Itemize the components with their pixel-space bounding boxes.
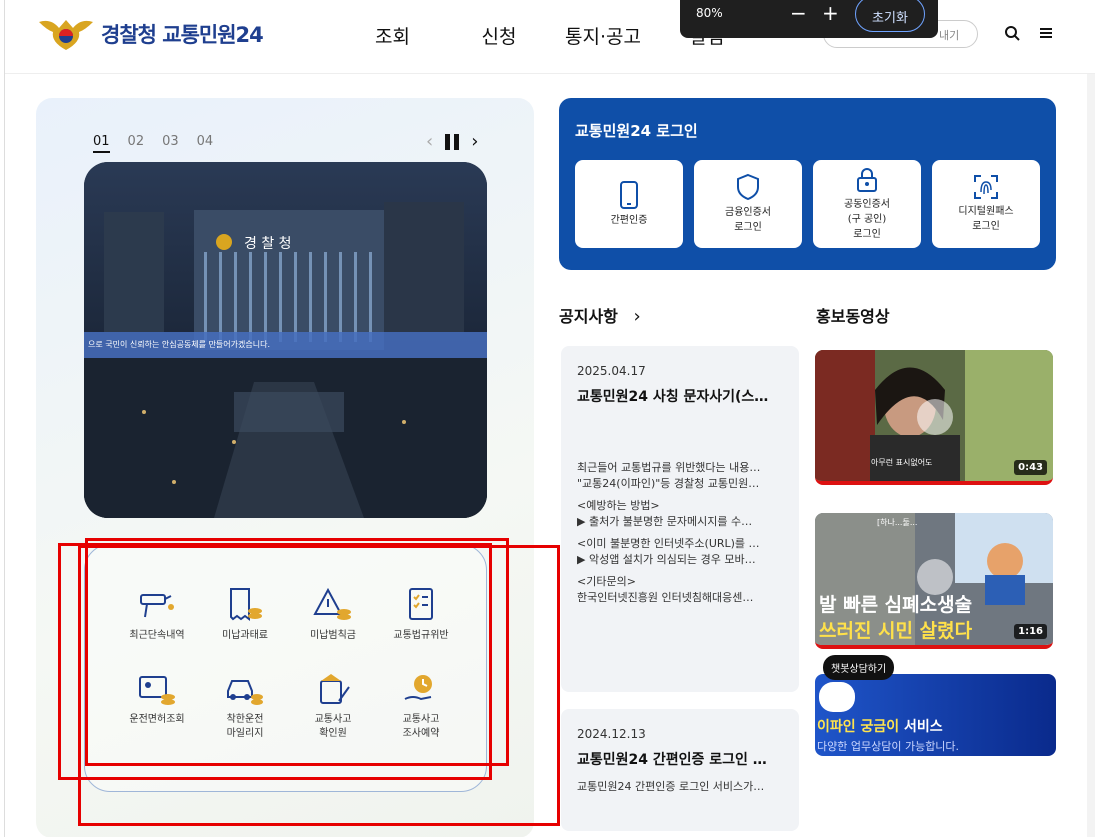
notice-body: 최근들어 교통법규를 위반했다는 내용… "교통24(이파인)"등 경찰청 교통…: [577, 460, 783, 606]
notice-line: 최근들어 교통법규를 위반했다는 내용…: [577, 461, 761, 474]
slide-banner-strip: 으로 국민이 신뢰하는 안심공동체를 만들어가겠습니다.: [84, 332, 487, 358]
zoom-reset-button[interactable]: 초기화: [855, 0, 925, 32]
notice-more-icon[interactable]: ›: [633, 306, 640, 327]
video-duration: 0:43: [1014, 460, 1047, 475]
notice-title-text: 공지사항: [559, 307, 618, 326]
background-window-edge: [0, 0, 5, 837]
login-digital-onepass-button[interactable]: 디지털원패스 로그인: [932, 160, 1040, 248]
logo-text: 경찰청 교통민원24: [101, 23, 264, 47]
browser-zoom-popup: 80% − + 초기화: [680, 0, 938, 38]
notice-date: 2025.04.17: [577, 364, 646, 378]
video-headline-bottom: 쓰러진 시민 살렸다: [819, 620, 973, 642]
play-icon[interactable]: [917, 559, 953, 595]
chatbot-title-rest: 서비스: [899, 719, 943, 735]
zoom-level: 80%: [696, 6, 723, 20]
notice-line: 한국인터넷진흥원 인터넷침해대응센…: [577, 591, 754, 604]
video-headline-top: 발 빠른 심폐소생술: [819, 594, 972, 616]
notice-card-2[interactable]: 2024.12.13 교통민원24 간편인증 로그인 … 교통민원24 간편인증…: [561, 709, 799, 831]
police-emblem-icon: [39, 20, 93, 50]
chatbot-banner[interactable]: 이파인 궁금이 서비스 다양한 업무상담이 가능합니다.: [815, 674, 1056, 756]
login-options: 간편인증 금융인증서 로그인 공동인증서 (구 공인) 로그인 디지털원패스 로…: [575, 160, 1040, 248]
notice-title: 교통민원24 간편인증 로그인 …: [577, 752, 767, 768]
chatbot-title: 이파인 궁금이 서비스: [817, 716, 943, 736]
chatbot-title-highlight: 이파인 궁금이: [817, 719, 900, 735]
notice-line: ▶ 출처가 불분명한 문자메시지를 수…: [577, 515, 753, 528]
login-financial-cert-button[interactable]: 금융인증서 로그인: [694, 160, 802, 248]
slide-page-3[interactable]: 03: [162, 134, 179, 153]
notice-line: ▶ 악성앱 설치가 의심되는 경우 모바…: [577, 553, 756, 566]
search-icon[interactable]: [1003, 24, 1023, 44]
login-option-label: 디지털원패스 로그인: [958, 206, 1014, 232]
login-option-label: 금융인증서 로그인: [725, 207, 771, 233]
login-title: 교통민원24 로그인: [575, 122, 698, 140]
login-option-label: 공동인증서 (구 공인) 로그인: [844, 198, 890, 240]
chatbot-bubble[interactable]: 챗봇상담하기: [823, 655, 895, 680]
robot-icon: [819, 682, 855, 712]
slide-page-1[interactable]: 01: [93, 134, 110, 153]
play-icon[interactable]: [917, 399, 953, 435]
notice-line: 교통민원24 간편인증 로그인 서비스가…: [577, 780, 765, 793]
video-caption: 아무런 표시없어도: [871, 457, 932, 467]
fingerprint-icon: [974, 175, 998, 199]
video-duration: 1:16: [1014, 624, 1047, 639]
login-simple-auth-button[interactable]: 간편인증: [575, 160, 683, 248]
video-card-2[interactable]: [하나...둘... 발 빠른 심폐소생술 쓰러진 시민 살렸다 1:16: [815, 513, 1053, 649]
notice-line: <이미 불분명한 인터넷주소(URL)를 …: [577, 537, 760, 550]
header-pill-label: 내기: [939, 29, 960, 42]
video-card-1[interactable]: 아무런 표시없어도 0:43: [815, 350, 1053, 485]
vertical-scrollbar[interactable]: [1087, 74, 1095, 837]
chatbot-subtitle: 다양한 업무상담이 가능합니다.: [817, 740, 960, 753]
annotation-box-3: [78, 545, 560, 826]
building-sign-text: 경 찰 청: [244, 236, 292, 252]
phone-icon: [620, 180, 638, 209]
slide-next-button[interactable]: ›: [471, 133, 478, 151]
slide-page-4[interactable]: 04: [197, 134, 214, 153]
login-joint-cert-button[interactable]: 공동인증서 (구 공인) 로그인: [813, 160, 921, 248]
zoom-in-button[interactable]: +: [822, 1, 839, 25]
shield-icon: [737, 173, 759, 201]
nav-item-apply[interactable]: 신청: [447, 22, 551, 49]
nav-item-inquiry[interactable]: 조회: [375, 22, 447, 49]
notice-card-1[interactable]: 2025.04.17 교통민원24 사칭 문자사기(스… 최근들어 교통법규를 …: [561, 346, 799, 692]
notice-title: 교통민원24 사칭 문자사기(스…: [577, 389, 769, 405]
slide-image[interactable]: 경 찰 청 으로 국민이 신뢰하는 안심공동체를 만들어가겠습니다.: [84, 162, 487, 518]
notice-date: 2024.12.13: [577, 727, 646, 741]
pause-icon[interactable]: [445, 134, 460, 150]
slide-page-2[interactable]: 02: [128, 134, 145, 153]
notice-line: <예방하는 방법>: [577, 499, 660, 512]
slide-prev-button[interactable]: ‹: [426, 133, 433, 151]
nav-item-notice[interactable]: 통지·공고: [551, 22, 655, 49]
video-section-title: 홍보동영상: [816, 307, 890, 326]
login-option-label: 간편인증: [610, 214, 648, 226]
notice-line: "교통24(이파인)"등 경찰청 교통민원…: [577, 477, 760, 490]
notice-section-title[interactable]: 공지사항 ›: [559, 303, 641, 327]
slide-controls: ‹ ›: [426, 133, 478, 151]
notice-body: 교통민원24 간편인증 로그인 서비스가…: [577, 779, 783, 795]
site-logo[interactable]: 경찰청 교통민원24: [37, 16, 264, 52]
slide-pagination: 01 02 03 04: [93, 134, 213, 153]
video-tag: [하나...둘...: [877, 517, 917, 527]
lock-icon: [857, 167, 877, 192]
zoom-out-button[interactable]: −: [790, 1, 807, 25]
hamburger-icon[interactable]: [1040, 27, 1052, 39]
notice-line: <기타문의>: [577, 575, 636, 588]
login-card: 교통민원24 로그인 간편인증 금융인증서 로그인 공동인증서 (구 공인) 로…: [559, 98, 1056, 270]
